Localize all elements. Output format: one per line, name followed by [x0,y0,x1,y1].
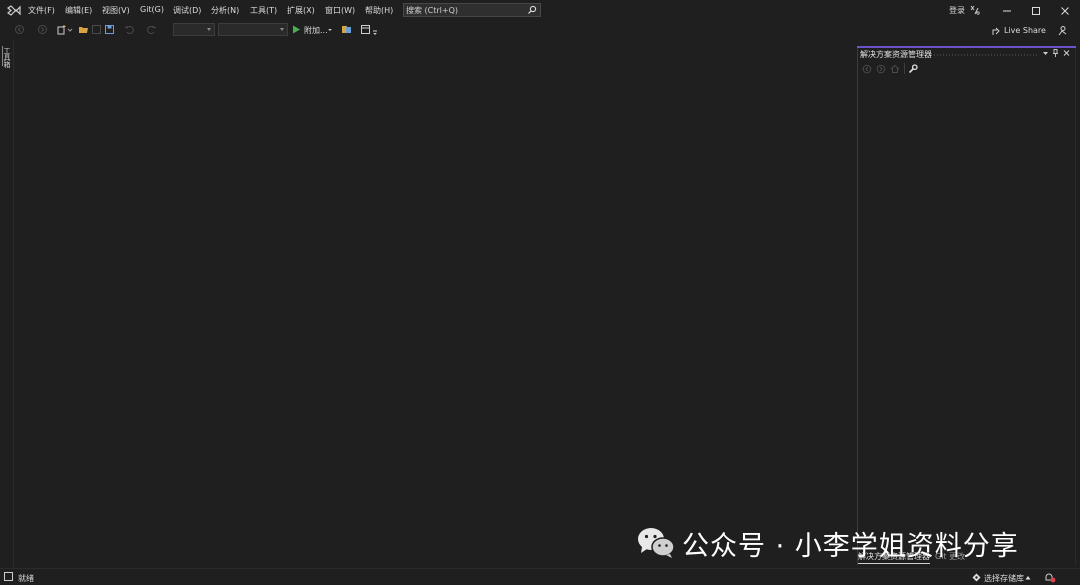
wrench-icon[interactable] [908,64,918,74]
menu-debug[interactable]: 调试(D) [173,5,201,16]
menu-file[interactable]: 文件(F) [28,5,55,16]
solution-explorer-title: 解决方案资源管理器 [860,50,932,59]
solution-configuration-dropdown[interactable] [173,23,215,36]
sol-back-icon[interactable] [862,64,872,74]
pin-icon[interactable] [1051,48,1060,58]
status-ready-text: 就绪 [18,574,34,583]
feedback-icon[interactable] [969,5,980,15]
maximize-button[interactable] [1021,0,1051,21]
solution-platform-dropdown[interactable] [218,23,288,36]
chevron-up-icon[interactable] [1025,575,1031,580]
search-icon [528,5,537,14]
menu-edit[interactable]: 编辑(E) [65,5,92,16]
live-share-button[interactable]: Live Share [1004,26,1046,35]
panel-menu-chevron-icon[interactable] [1041,48,1050,58]
toolbox-tab[interactable]: 工具箱 [2,46,11,68]
save-all-icon[interactable] [104,24,115,35]
redo-icon[interactable] [146,24,157,35]
open-folder-icon[interactable] [78,24,89,35]
feedback-person-icon[interactable] [1057,25,1068,36]
toolbar [0,21,1080,39]
menu-help[interactable]: 帮助(H) [365,5,393,16]
menu-extensions[interactable]: 扩展(X) [287,5,315,16]
layout-icon[interactable] [360,24,371,35]
search-box[interactable] [403,3,541,17]
maximize-icon [1032,6,1040,15]
panel-drag-handle[interactable] [930,54,1038,56]
menu-analyze[interactable]: 分析(N) [211,5,239,16]
solution-explorer-panel[interactable] [857,46,1076,565]
toolbar-overflow-icon[interactable] [372,27,378,38]
close-icon [1061,6,1069,15]
sol-forward-icon[interactable] [876,64,886,74]
watermark: 公众号 · 小李学姐资料分享 [636,525,1019,562]
home-icon[interactable] [890,64,900,74]
panel-close-icon[interactable] [1062,48,1071,58]
new-project-icon[interactable] [56,24,67,35]
watermark-text: 公众号 · 小李学姐资料分享 [682,530,1019,562]
attach-button-label[interactable]: 附加... [304,25,328,36]
close-button[interactable] [1050,0,1080,21]
visual-studio-logo-icon[interactable] [7,4,21,17]
save-icon[interactable] [91,24,102,35]
notifications-bell-icon[interactable] [1044,572,1056,583]
login-link[interactable]: 登录 [949,5,965,16]
select-repository-button[interactable]: 选择存储库 [984,573,1024,584]
menu-git[interactable]: Git(G) [140,5,164,14]
minimize-button[interactable] [992,0,1022,21]
git-repo-icon[interactable] [972,573,981,582]
wechat-icon [638,528,675,558]
status-bar [0,568,1080,585]
chevron-down-icon[interactable] [67,24,73,35]
menu-view[interactable]: 视图(V) [102,5,130,16]
menu-window[interactable]: 窗口(W) [325,5,355,16]
minimize-icon [1003,10,1011,11]
active-tab-indicator [858,563,930,564]
editor-area[interactable] [14,40,856,568]
menu-tools[interactable]: 工具(T) [250,5,277,16]
live-share-icon[interactable] [991,26,1002,37]
undo-icon[interactable] [124,24,135,35]
forward-navigation-icon[interactable] [37,24,48,35]
browser-link-icon[interactable] [341,24,352,35]
attach-chevron-down-icon[interactable] [327,24,333,35]
toolbar-separator [904,63,905,74]
start-debugging-icon[interactable] [292,25,301,34]
left-tool-strip [0,40,14,568]
back-navigation-icon[interactable] [14,24,25,35]
search-input[interactable] [406,4,524,16]
status-output-icon[interactable] [4,572,13,581]
